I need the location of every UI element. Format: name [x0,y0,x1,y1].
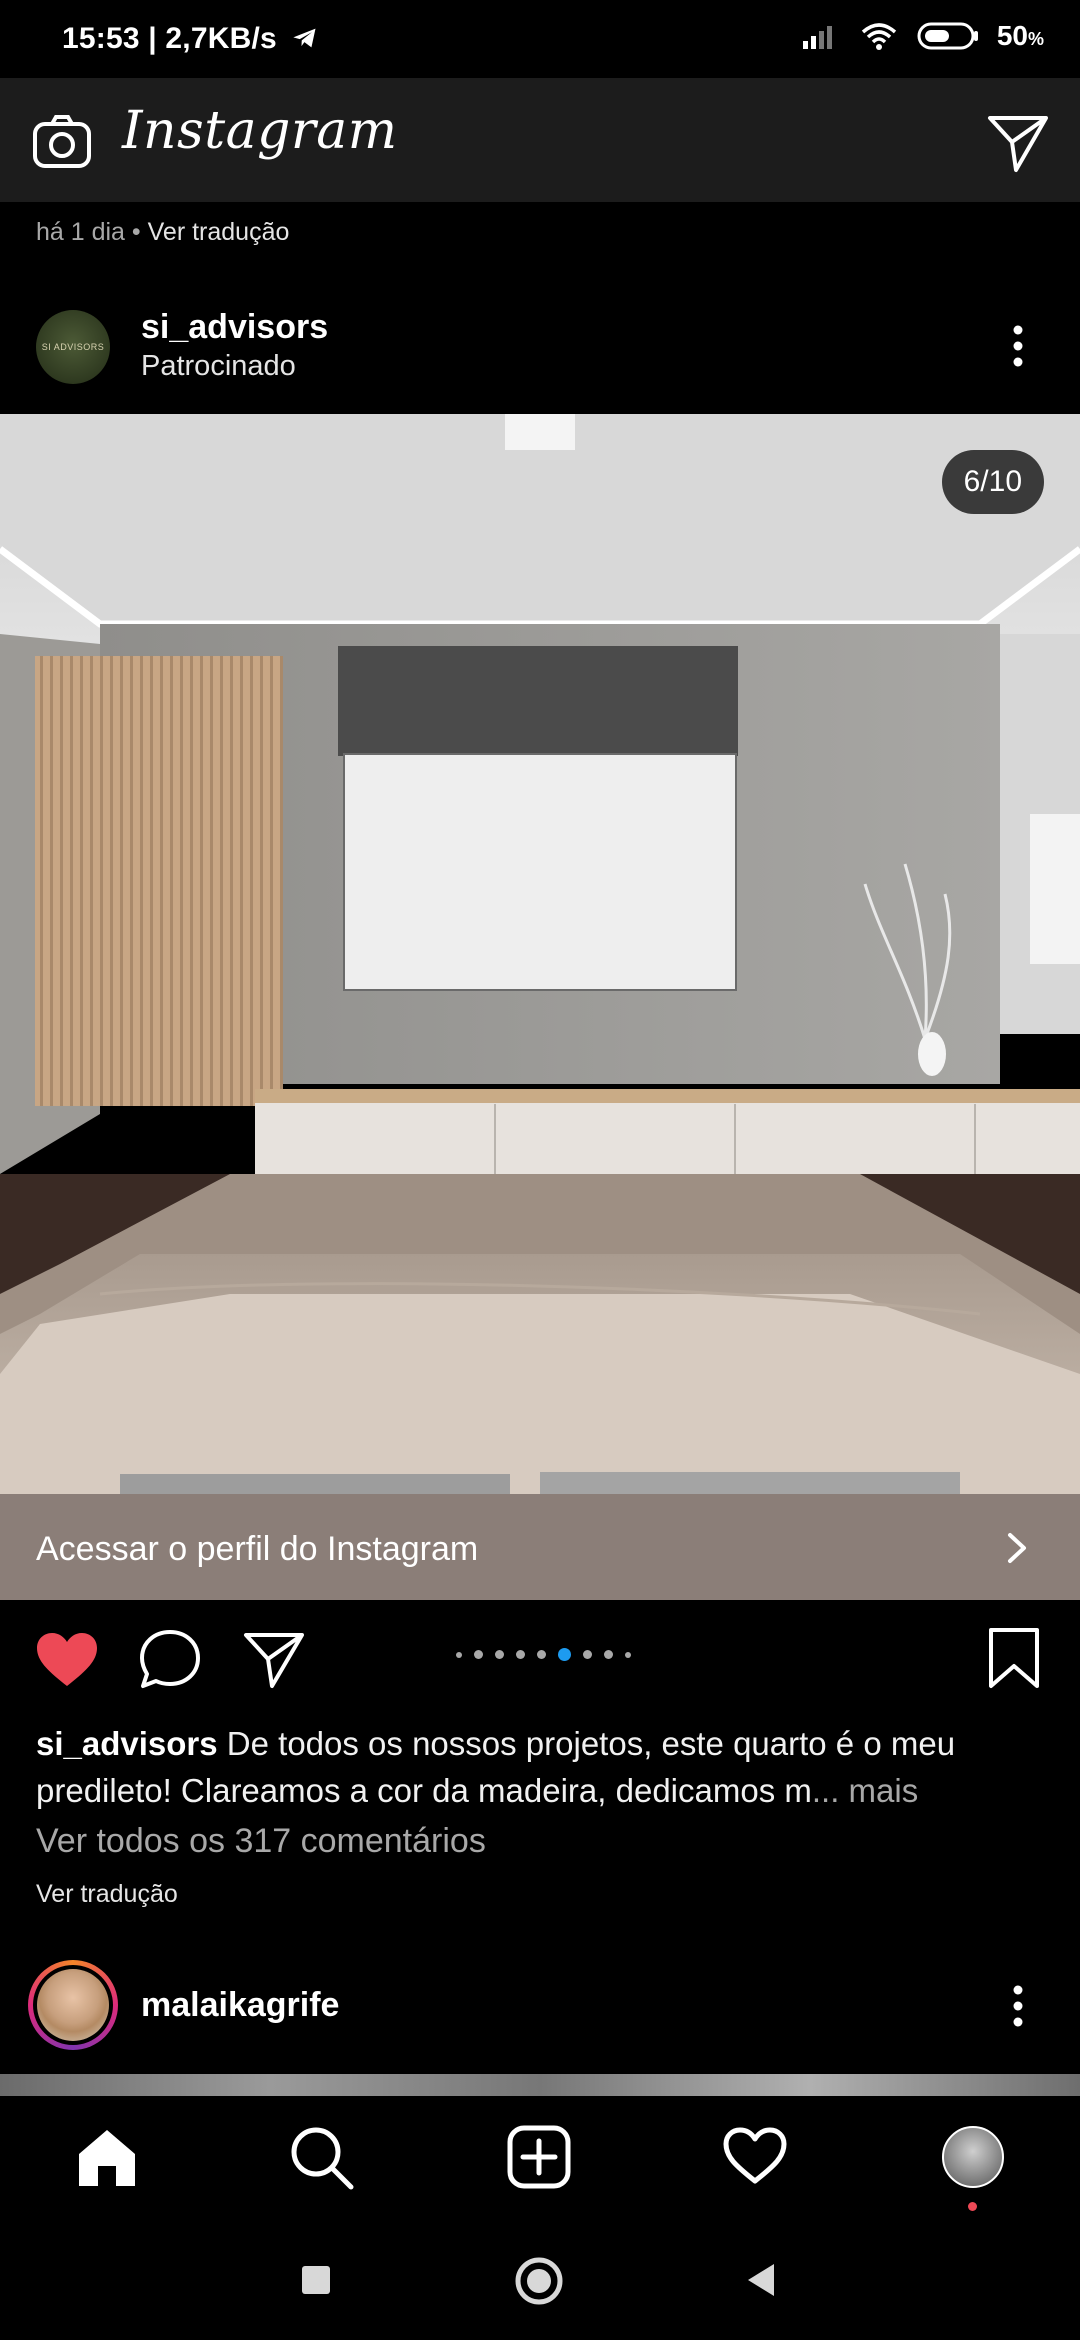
like-heart-icon[interactable] [34,1630,100,1690]
home-icon[interactable] [74,2126,140,2190]
next-post-username[interactable]: malaikagrife [141,1986,339,2025]
post-image[interactable] [0,414,1080,1494]
share-icon[interactable] [242,1630,306,1690]
carousel-dot [604,1650,613,1659]
direct-messages-icon[interactable] [986,112,1050,174]
more-options-icon[interactable] [1004,1982,1032,2030]
chevron-right-icon[interactable] [1002,1530,1032,1566]
post-time-ago: há 1 dia [36,218,125,246]
new-post-icon[interactable] [506,2124,572,2190]
comment-icon[interactable] [138,1628,202,1690]
carousel-dot [474,1650,483,1659]
avatar [37,1969,109,2041]
caption-more-link[interactable]: ... mais [812,1772,918,1809]
view-all-comments-link[interactable]: Ver todos os 317 comentários [36,1822,486,1861]
carousel-dot-active [558,1648,571,1661]
camera-icon[interactable] [30,110,94,174]
image-counter-badge: 6/10 [941,450,1044,514]
see-translation-link[interactable]: Ver tradução [36,1880,178,1909]
notification-dot [968,2202,977,2211]
wifi-icon [861,23,896,50]
carousel-dot [625,1651,631,1658]
avatar-logo-text: SI ADVISORS [41,342,105,352]
post-username[interactable]: si_advisors [141,308,328,347]
carousel-dot [456,1651,462,1658]
visit-profile-label[interactable]: Acessar o perfil do Instagram [36,1530,478,1569]
post-caption: si_advisors De todos os nossos projetos,… [36,1720,1046,1814]
caption-username[interactable]: si_advisors [36,1725,218,1762]
instagram-logo: Instagram [122,101,398,161]
telegram-icon [293,28,316,48]
carousel-dot [537,1650,546,1659]
status-right: 50% [801,20,1044,52]
battery-icon [917,22,978,50]
profile-icon[interactable] [942,2126,1004,2188]
carousel-dot [516,1650,525,1659]
avatar[interactable]: SI ADVISORS [36,310,110,384]
carousel-indicator [456,1648,631,1661]
carousel-dot [495,1650,504,1659]
sponsored-label: Patrocinado [141,350,296,382]
story-ring-avatar[interactable] [28,1960,118,2050]
battery-level: 50% [996,20,1044,51]
more-options-icon[interactable] [1004,322,1032,370]
back-icon[interactable] [742,2260,778,2300]
next-post-image[interactable] [0,2074,1080,2096]
recent-apps-icon[interactable] [298,2262,334,2298]
signal-icon [802,26,832,49]
carousel-dot [583,1650,592,1659]
previous-post-meta: há 1 dia • Ver tradução [36,218,290,246]
status-left: 15:53 | 2,7KB/s [62,22,321,56]
status-network-speed: 2,7KB/s [165,22,277,55]
status-time: 15:53 [62,22,140,55]
save-bookmark-icon[interactable] [986,1626,1042,1690]
search-icon[interactable] [288,2124,356,2192]
activity-heart-icon[interactable] [722,2126,788,2186]
see-translation-link[interactable]: Ver tradução [148,218,290,246]
home-button-icon[interactable] [514,2256,564,2306]
